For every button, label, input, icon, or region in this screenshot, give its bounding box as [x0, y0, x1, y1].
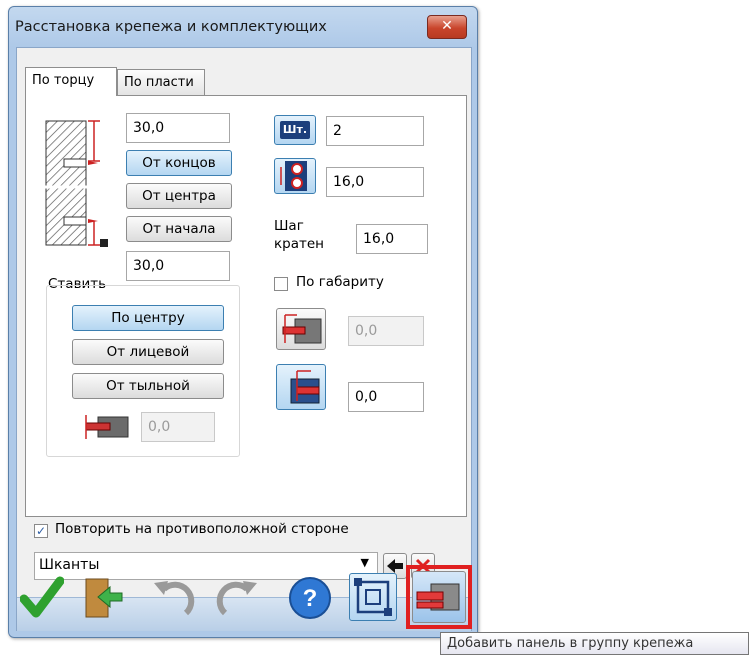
- gabarit-label: По габариту: [296, 274, 384, 290]
- tab-panel: 30,0 От концов От центра От начала 30,0 …: [25, 95, 467, 517]
- add-panel-icon: [416, 583, 460, 611]
- offset-top-input[interactable]: 30,0: [126, 113, 230, 143]
- from-ends-button[interactable]: От концов: [126, 150, 232, 176]
- place-offset-input[interactable]: 0,0: [141, 412, 215, 442]
- undo-icon: [154, 581, 195, 616]
- select-panels-button[interactable]: [349, 573, 397, 621]
- gabarit-checkbox[interactable]: [274, 277, 288, 291]
- step-label-line2: кратен: [274, 236, 324, 252]
- depth-icon-1: [282, 314, 322, 344]
- fastener-dialog: Расстановка крепежа и комплектующих ✕ По…: [8, 6, 478, 638]
- step-label-line1: Шаг: [274, 218, 304, 234]
- checkmark-icon: [19, 576, 65, 618]
- undo-button[interactable]: [150, 575, 196, 621]
- depth-input-disabled[interactable]: 0,0: [348, 316, 424, 346]
- pcs-input[interactable]: 2: [326, 116, 424, 146]
- distance-mode-button[interactable]: [274, 158, 316, 194]
- redo-button[interactable]: [215, 575, 261, 621]
- repeat-label: Повторить на противоположной стороне: [55, 521, 349, 537]
- fastener-select-value: Шканты: [39, 557, 100, 573]
- door-exit-icon: [85, 578, 123, 618]
- svg-text:?: ?: [303, 585, 318, 612]
- distance-icon: [280, 161, 307, 191]
- ok-button[interactable]: [19, 575, 65, 621]
- offset-bottom-input[interactable]: 30,0: [126, 251, 230, 281]
- help-icon: ?: [289, 577, 331, 619]
- from-center-button[interactable]: От центра: [126, 183, 232, 209]
- redo-icon: [216, 581, 257, 616]
- frame-select-icon: [354, 578, 392, 616]
- step-input[interactable]: 16,0: [356, 224, 428, 254]
- title-bar[interactable]: Расстановка крепежа и комплектующих ✕: [9, 7, 477, 47]
- tab-plast[interactable]: По пласти: [117, 69, 205, 95]
- exit-button[interactable]: [80, 575, 124, 621]
- pcs-button[interactable]: Шт.: [274, 115, 316, 145]
- center-button[interactable]: По центру: [72, 305, 224, 331]
- chevron-down-icon[interactable]: ▼: [361, 556, 369, 569]
- depth-icon-2: [290, 370, 320, 404]
- distance-input[interactable]: 16,0: [326, 167, 424, 197]
- repeat-checkbox[interactable]: ✓: [34, 524, 48, 538]
- dialog-client: По торцу По пласти 30,0 От концов От цен…: [16, 47, 472, 631]
- tab-torets[interactable]: По торцу: [25, 67, 117, 96]
- pcs-icon: Шт.: [280, 121, 310, 139]
- fastener-offset-icon: [85, 415, 129, 439]
- add-panel-to-group-button[interactable]: [412, 571, 466, 623]
- from-start-button[interactable]: От начала: [126, 216, 232, 242]
- close-button[interactable]: ✕: [427, 15, 467, 39]
- depth-mode-button-2[interactable]: [276, 364, 326, 410]
- tooltip: Добавить панель в группу крепежа: [440, 632, 749, 655]
- panel-edge-diagram-icon: [44, 120, 108, 247]
- face-button[interactable]: От лицевой: [72, 339, 224, 365]
- back-button[interactable]: От тыльной: [72, 373, 224, 399]
- help-button[interactable]: ?: [287, 575, 333, 621]
- depth-input[interactable]: 0,0: [348, 382, 424, 412]
- close-icon: ✕: [441, 18, 453, 34]
- depth-mode-button-1[interactable]: [276, 308, 326, 350]
- dialog-title: Расстановка крепежа и комплектующих: [15, 19, 327, 35]
